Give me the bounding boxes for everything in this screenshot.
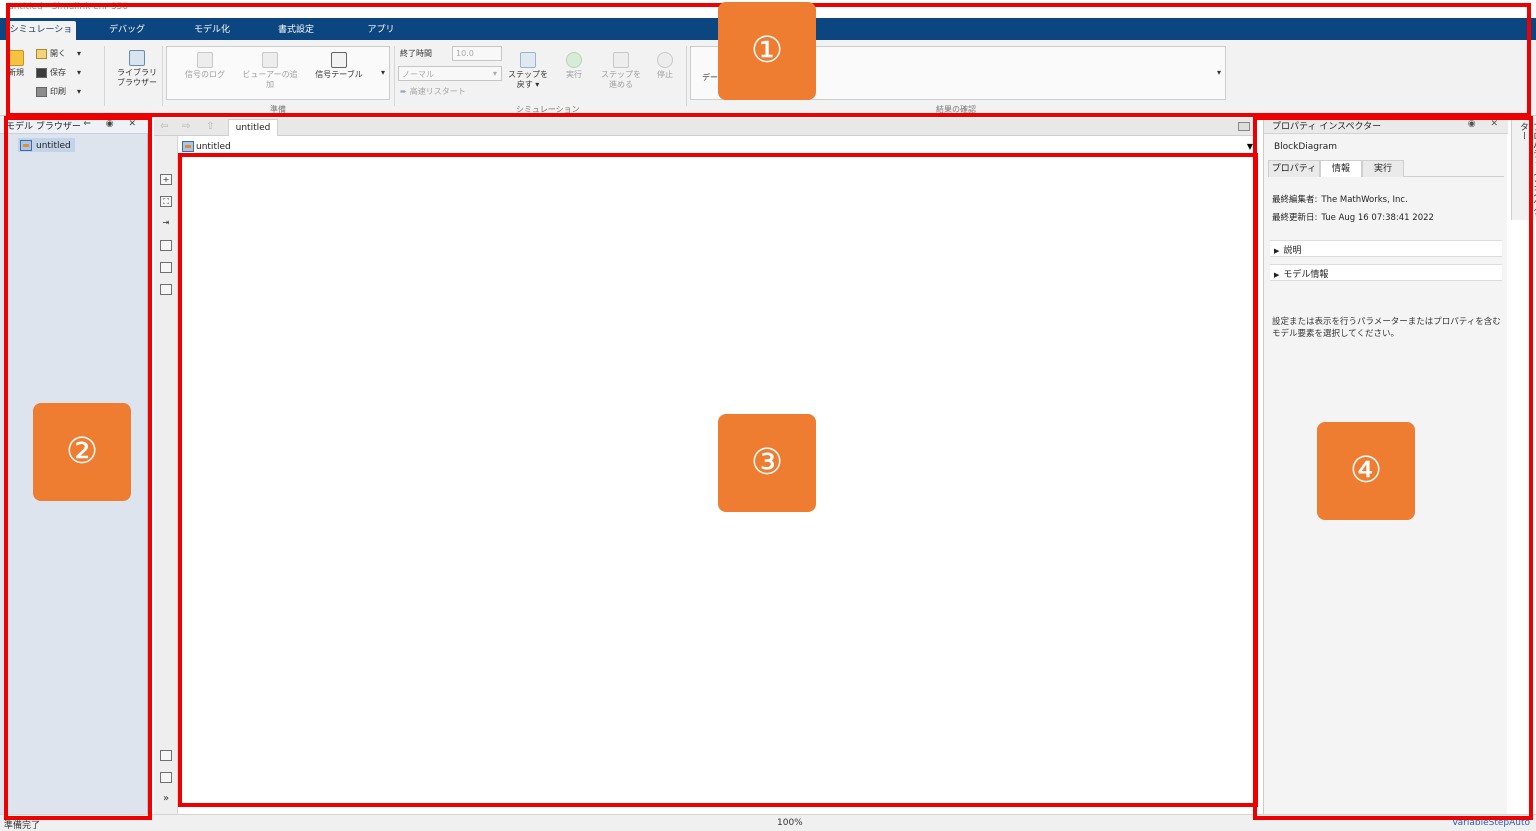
camera-icon[interactable]	[160, 750, 172, 761]
image-icon[interactable]	[160, 240, 172, 251]
up-arrow-icon[interactable]: ⇧	[206, 121, 214, 132]
fit-view-icon[interactable]: ⛶	[160, 196, 172, 207]
annotation-badge-3: ③	[718, 414, 816, 512]
editor-tab-bar: ⇦ ⇨ ⇧ untitled	[154, 118, 1254, 136]
editor-tool-strip: + ⛶ ⇥ »	[154, 136, 178, 814]
editor-tab-untitled[interactable]: untitled	[228, 119, 278, 136]
screenshot-icon[interactable]	[160, 262, 172, 273]
annotation-badge-4: ④	[1317, 422, 1415, 520]
panel-menu-icon[interactable]	[1238, 122, 1250, 131]
double-chevron-icon[interactable]: »	[160, 794, 172, 805]
arrow-icon[interactable]: ⇥	[160, 218, 172, 229]
forward-arrow-icon[interactable]: ⇨	[182, 121, 190, 132]
annotation-badge-1: ①	[718, 2, 816, 100]
zoom-level: 100%	[777, 818, 803, 828]
zoom-icon[interactable]: +	[160, 174, 172, 185]
area-icon[interactable]	[160, 284, 172, 295]
annotation-badge-2: ②	[33, 403, 131, 501]
model-icon	[182, 141, 194, 152]
breadcrumb-label: untitled	[196, 141, 231, 152]
back-arrow-icon[interactable]: ⇦	[160, 121, 168, 132]
property-icon[interactable]	[160, 772, 172, 783]
